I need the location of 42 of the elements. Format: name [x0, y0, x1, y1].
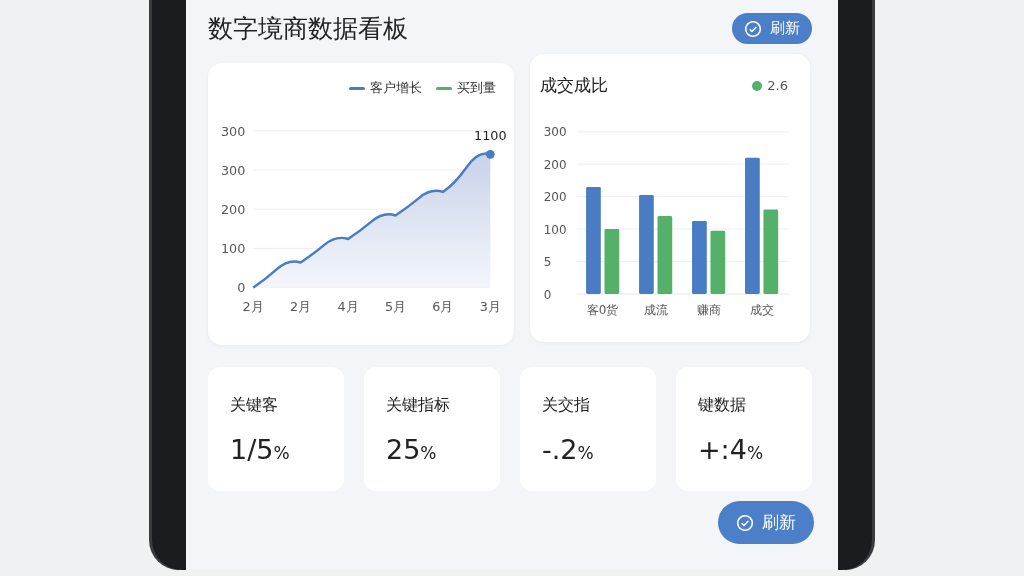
refresh-button[interactable]: 刷新: [732, 13, 812, 44]
axis-label: 300: [543, 125, 567, 140]
axis-label: 成流: [643, 303, 668, 318]
check-circle-icon: [744, 19, 762, 38]
kpi-value: 1/5%: [230, 434, 290, 465]
legend-label: 2.6: [767, 78, 788, 93]
axis-label: 0: [237, 280, 246, 296]
axis-label: 100: [543, 222, 567, 237]
kpi-value: +:4%: [698, 434, 764, 465]
chart-title: 成交成比: [540, 74, 608, 97]
axis-label: 100: [221, 241, 246, 257]
legend-label: 买到量: [457, 79, 496, 97]
dashboard-title: 数字境商数据看板: [208, 13, 408, 45]
kpi-label: 关键客: [230, 395, 278, 416]
axis-label: 200: [543, 190, 567, 205]
kpi-label: 关交指: [542, 395, 590, 416]
axis-label: 2月: [290, 299, 312, 315]
axis-label: 0: [543, 287, 552, 302]
check-circle-icon: [736, 513, 754, 532]
data-point: [485, 149, 495, 159]
axis-label: 200: [221, 202, 246, 218]
axis-label: 5月: [384, 299, 406, 315]
axis-label: 赚商: [696, 303, 721, 318]
axis-label: 5: [543, 255, 552, 270]
axis-label: 客0货: [586, 303, 619, 318]
axis-label: 成交: [749, 303, 774, 318]
axis-label: 300: [221, 162, 246, 178]
data-label: 1100: [474, 127, 506, 143]
refresh-button[interactable]: 刷新: [718, 501, 814, 544]
axis-label: 300: [221, 123, 246, 139]
axis-label: 2月: [242, 299, 264, 315]
kpi-label: 关键指标: [386, 395, 450, 416]
kpi-value: 25%: [386, 434, 437, 465]
kpi-label: 键数据: [698, 395, 746, 416]
bar: [604, 229, 620, 294]
axis-label: 4月: [337, 299, 359, 315]
bar: [710, 230, 726, 294]
axis-label: 6月: [432, 299, 454, 315]
axis-label: 200: [543, 157, 567, 172]
axis-label: 3月: [479, 299, 501, 315]
kpi-value: -.2%: [542, 434, 594, 465]
legend-label: 客户增长: [370, 79, 422, 97]
